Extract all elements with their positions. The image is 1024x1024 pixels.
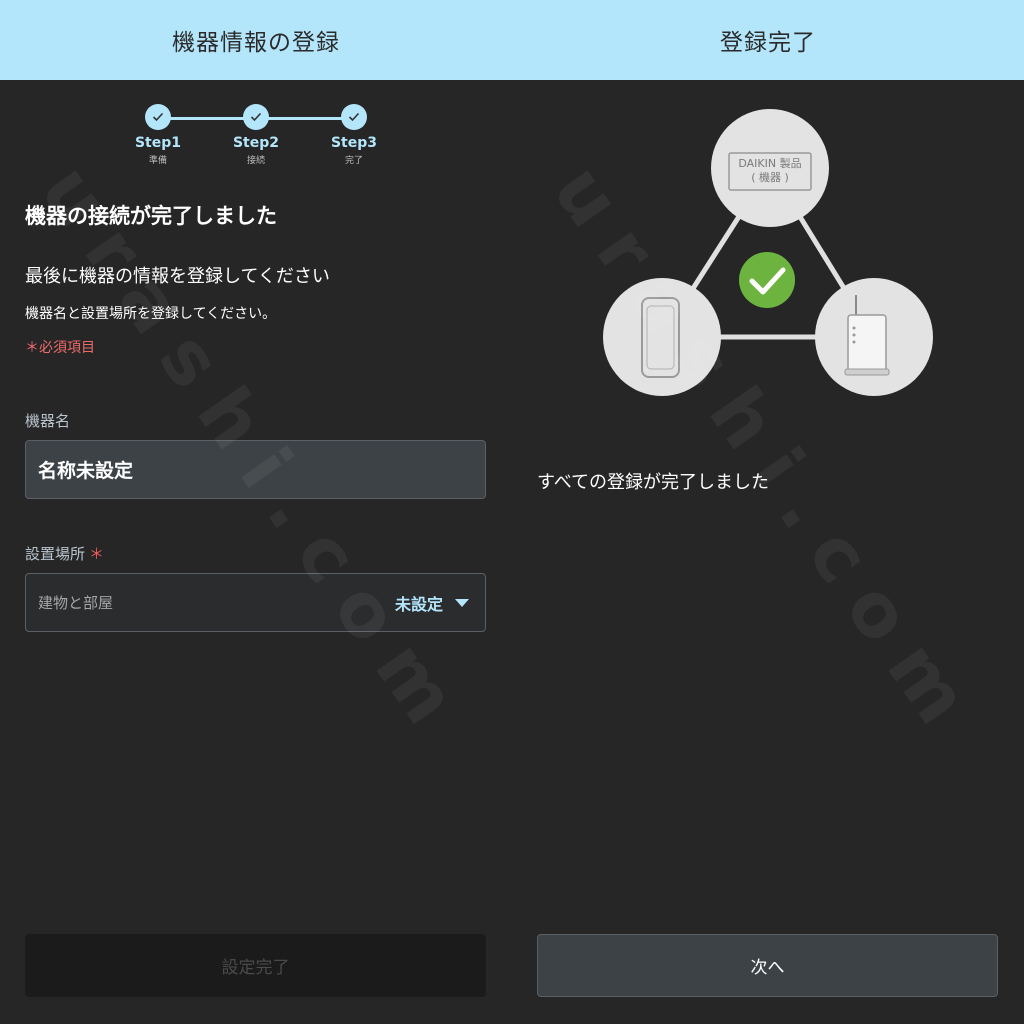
step-sub: 接続 bbox=[246, 156, 265, 166]
device-name-field[interactable]: 名称未設定 bbox=[25, 440, 486, 499]
device-label: DAIKIN 製品 ( 機器 ) bbox=[729, 157, 811, 185]
complete-message: すべての登録が完了しました bbox=[537, 472, 770, 493]
step-name: Step3 bbox=[330, 135, 378, 151]
connection-diagram-svg bbox=[603, 109, 933, 396]
device-name-label: 機器名 bbox=[25, 412, 71, 430]
registration-complete-panel: 登録完了 DAIKIN 製品 (機器) すべての登録が完了しました 次へ u… bbox=[512, 0, 1024, 1024]
step-check-icon bbox=[243, 104, 269, 130]
device-registration-panel: 機器情報の登録 Step1 準備 Step2 接続 Step3 完了 機器の接続… bbox=[0, 0, 512, 1024]
step-1: Step1 準備 bbox=[128, 104, 188, 166]
lead-text: 最後に機器の情報を登録してください bbox=[25, 266, 330, 287]
submit-button[interactable]: 設定完了 bbox=[25, 934, 486, 997]
required-note: ＊必須項目 bbox=[25, 340, 95, 356]
step-name: Step1 bbox=[134, 135, 182, 151]
chevron-down-icon bbox=[455, 598, 469, 607]
device-name-value: 名称未設定 bbox=[38, 460, 134, 482]
router-icon bbox=[815, 278, 933, 396]
description-text: 機器名と設置場所を登録してください。 bbox=[25, 306, 277, 322]
next-button[interactable]: 次へ bbox=[537, 934, 998, 997]
connection-diagram: DAIKIN 製品 ( 機器 ) bbox=[602, 103, 938, 403]
device-label-line1: DAIKIN 製品 bbox=[738, 157, 802, 170]
step-sub: 準備 bbox=[148, 156, 167, 166]
step-2: Step2 接続 bbox=[226, 104, 286, 166]
location-value: 未設定 bbox=[394, 594, 443, 614]
location-placeholder: 建物と部屋 bbox=[38, 594, 114, 612]
panel-header: 機器情報の登録 bbox=[0, 0, 512, 80]
page-title: 機器の接続が完了しました bbox=[25, 204, 277, 228]
step-name: Step2 bbox=[232, 135, 280, 151]
location-label-row: 設置場所＊ bbox=[25, 543, 104, 564]
location-select[interactable]: 建物と部屋 未設定 bbox=[25, 573, 486, 632]
check-circle-icon bbox=[739, 252, 795, 308]
panel-header: 登録完了 bbox=[512, 0, 1024, 80]
step-3: Step3 完了 bbox=[324, 104, 384, 166]
location-value-wrap: 未設定 bbox=[395, 591, 469, 615]
location-label: 設置場所 bbox=[25, 545, 86, 563]
stepper: Step1 準備 Step2 接続 Step3 完了 bbox=[128, 104, 384, 174]
step-check-icon bbox=[341, 104, 367, 130]
phone-icon bbox=[603, 278, 721, 396]
step-sub: 完了 bbox=[344, 156, 363, 166]
required-mark: ＊ bbox=[89, 545, 105, 563]
device-label-line2: ( 機器 ) bbox=[751, 171, 789, 184]
step-check-icon bbox=[145, 104, 171, 130]
